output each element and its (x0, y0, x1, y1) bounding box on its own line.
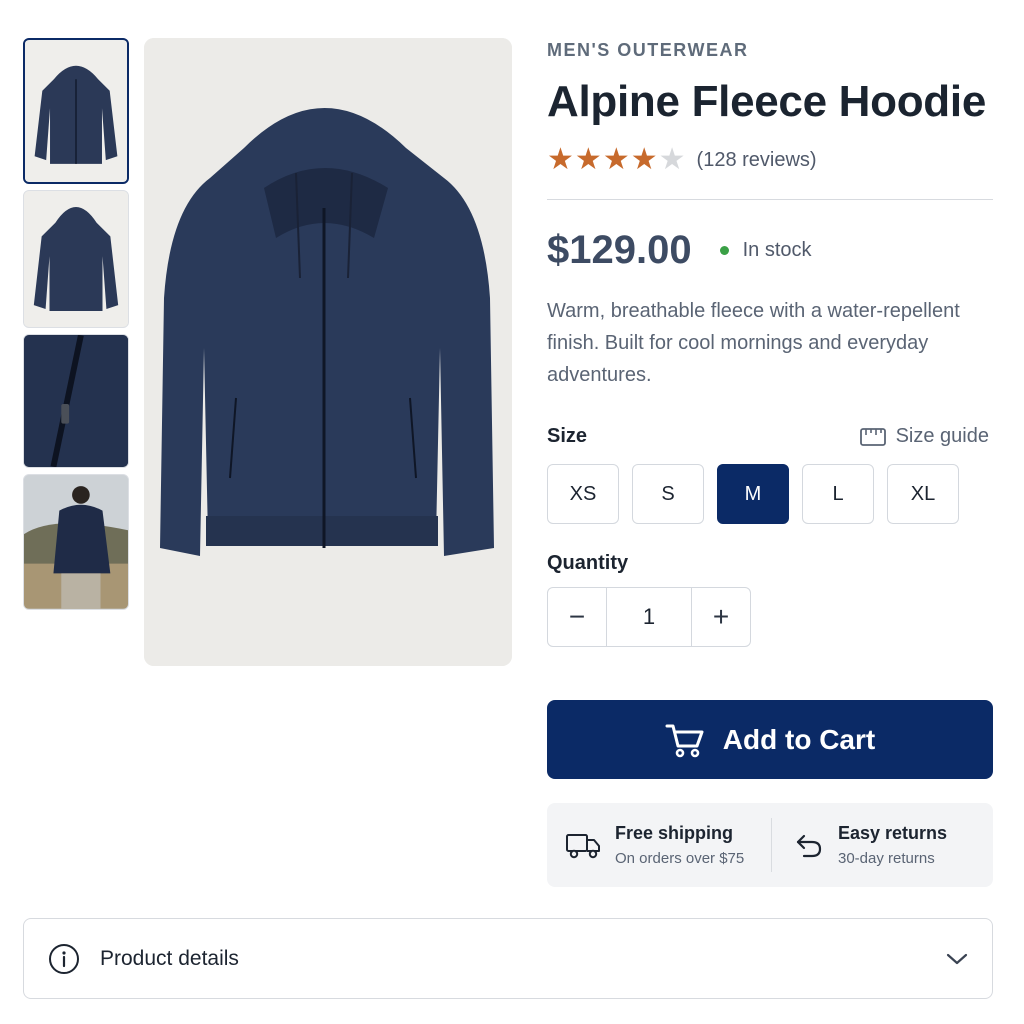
hoodie-main-image (144, 38, 512, 666)
reviews-link[interactable]: (128 reviews) (697, 149, 817, 172)
thumbnail-zipper-detail[interactable] (23, 334, 129, 468)
thumbnail-list (23, 38, 129, 616)
main-product-image (144, 38, 512, 666)
quantity-value[interactable]: 1 (606, 588, 692, 646)
star-icon: ★ (658, 143, 686, 176)
hoodie-front-image (25, 40, 127, 182)
size-option-m[interactable]: M (717, 464, 789, 524)
zipper-detail-image (24, 335, 128, 467)
star-icon: ★ (630, 143, 658, 176)
divider (547, 199, 993, 200)
star-icon: ★ (574, 143, 602, 176)
info-icon (49, 943, 79, 974)
ruler-icon (859, 427, 886, 446)
product-description: Warm, breathable fleece with a water-rep… (547, 300, 960, 386)
thumbnail-model-view[interactable] (23, 474, 129, 610)
star-icon: ★ (602, 143, 630, 176)
price-row: $129.00 In stock (547, 228, 993, 273)
size-option-l[interactable]: L (802, 464, 874, 524)
thumbnail-back-view[interactable] (23, 190, 129, 328)
chevron-down-icon (946, 953, 968, 964)
truck-icon (566, 834, 600, 859)
size-header: Size Size guide (547, 425, 989, 448)
hoodie-back-image (24, 191, 128, 327)
model-back-image (24, 475, 128, 609)
perk-title: Free shipping (615, 823, 734, 843)
cart-icon (665, 724, 704, 757)
add-to-cart-button[interactable]: Add to Cart (547, 700, 993, 779)
stock-status: In stock (742, 239, 812, 261)
size-option-xl[interactable]: XL (887, 464, 959, 524)
size-options: XS S M L XL (547, 464, 993, 524)
product-details-label: Product details (100, 946, 239, 970)
perk-easy-returns: Easy returns 30-day returns (771, 818, 993, 872)
perks-panel: Free shipping On orders over $75 Easy re… (547, 803, 993, 887)
add-to-cart-label: Add to Cart (722, 723, 876, 755)
thumbnail-front-view[interactable] (23, 38, 129, 184)
return-icon (796, 834, 822, 858)
stock-status-dot (719, 246, 729, 255)
size-option-s[interactable]: S (632, 464, 704, 524)
size-option-xs[interactable]: XS (547, 464, 619, 524)
size-guide-link[interactable]: Size guide (859, 425, 989, 448)
perk-subtitle: On orders over $75 (615, 850, 745, 867)
size-guide-label: Size guide (895, 425, 989, 447)
perk-title: Easy returns (838, 823, 948, 843)
rating: ★★★★★ (128 reviews) (547, 145, 993, 175)
quantity-stepper: − 1 + (547, 587, 751, 647)
perk-subtitle: 30-day returns (838, 850, 935, 867)
product-info: MEN'S OUTERWEAR Alpine Fleece Hoodie ★★★… (547, 40, 993, 647)
star-icon: ★ (547, 143, 574, 176)
perk-free-shipping: Free shipping On orders over $75 (547, 823, 771, 867)
product-price: $129.00 (547, 228, 692, 272)
product-details-accordion[interactable]: Product details (23, 918, 993, 999)
quantity-increase-button[interactable]: + (692, 588, 750, 646)
size-label: Size (547, 425, 588, 447)
quantity-label: Quantity (547, 552, 629, 574)
rating-stars: ★★★★★ (547, 145, 687, 175)
product-title: Alpine Fleece Hoodie (547, 77, 986, 126)
product-category: MEN'S OUTERWEAR (547, 40, 749, 60)
quantity-decrease-button[interactable]: − (548, 588, 606, 646)
